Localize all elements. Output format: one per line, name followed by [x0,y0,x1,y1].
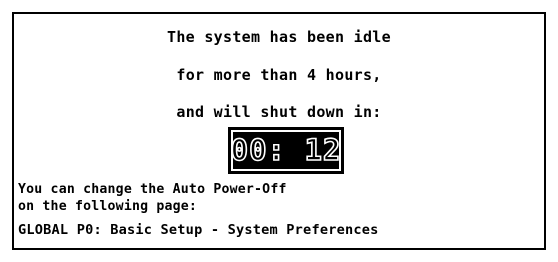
settings-page-reference: GLOBAL P0: Basic Setup - System Preferen… [18,222,379,238]
idle-message-line-3: and will shut down in: [176,103,382,121]
idle-message-line-1: The system has been idle [167,28,391,46]
shutdown-warning-screen: The system has been idle for more than 4… [0,0,558,262]
info-line-1: You can change the Auto Power-Off [18,182,287,197]
idle-message-line-2: for more than 4 hours, [176,66,382,84]
countdown-value: 00: 12 [230,133,342,167]
countdown-timer: 00: 12 [228,127,344,174]
info-line-2: on the following page: [18,199,198,214]
countdown-timer-frame: 00: 12 [230,130,342,171]
